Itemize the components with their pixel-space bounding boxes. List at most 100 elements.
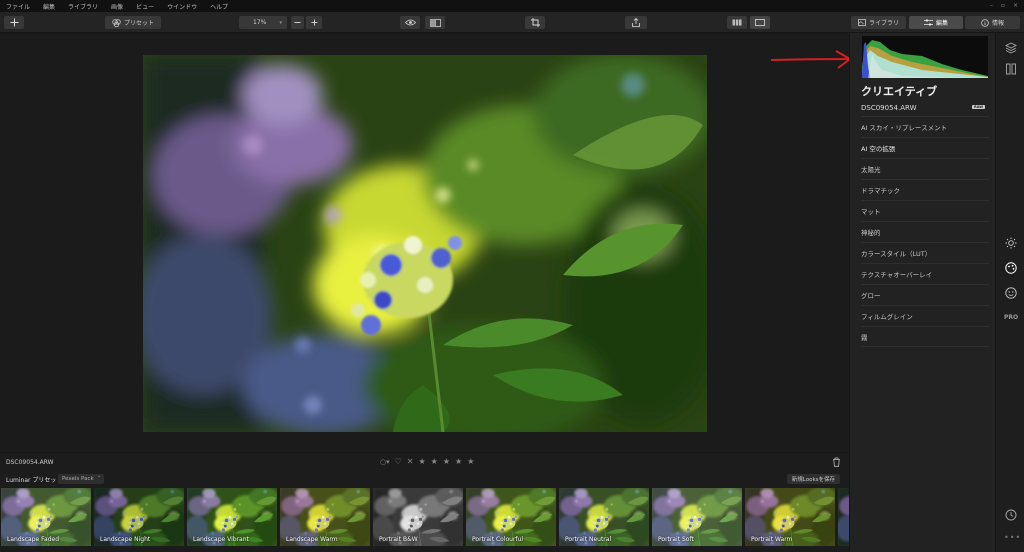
history-icon[interactable] <box>1005 509 1017 521</box>
current-filename: DSC09054.ARW <box>6 459 54 466</box>
panel-title: クリエイティブ <box>861 86 938 98</box>
layers-icon[interactable] <box>1005 42 1017 54</box>
tool-item-label: グロー <box>861 292 881 300</box>
tool-item-matte[interactable]: マット <box>861 200 989 221</box>
tool-item-mystical[interactable]: 神秘的 <box>861 221 989 242</box>
more-icon[interactable]: ••• <box>1004 533 1021 542</box>
heart-icon[interactable]: ♡ <box>395 457 402 466</box>
tool-item-label: AI 空の拡張 <box>861 145 896 153</box>
presets-header: Luminar プリセット Pexels Pack ˄ 新規Looksを保存 <box>0 472 849 486</box>
tool-item-film-grain[interactable]: フィルムグレイン <box>861 305 989 326</box>
tab-library[interactable]: ライブラリ <box>851 16 906 29</box>
face-icon[interactable] <box>1005 287 1017 299</box>
sun-icon[interactable] <box>1005 237 1017 249</box>
tab-edit[interactable]: 編集 <box>909 16 963 29</box>
single-image-icon <box>755 19 765 26</box>
share-button[interactable] <box>625 16 647 29</box>
presets-header-label: Luminar プリセット <box>6 477 63 484</box>
tool-item-texture-overlay[interactable]: テクスチャオーバーレイ <box>861 263 989 284</box>
tool-item-label: カラースタイル（LUT） <box>861 250 932 258</box>
maximize-icon[interactable]: ▫ <box>1001 2 1005 9</box>
share-icon <box>632 18 640 27</box>
tool-item-sunrays[interactable]: 太陽光 <box>861 158 989 179</box>
preset-thumb[interactable]: Portrait Colourful <box>466 488 556 546</box>
tool-item-color-style-lut[interactable]: カラースタイル（LUT） <box>861 242 989 263</box>
histogram-graph <box>862 40 988 78</box>
crop-button[interactable] <box>525 16 545 29</box>
tool-list: AI スカイ・リプレースメント AI 空の拡張 太陽光 ドラマチック マット 神… <box>861 116 989 347</box>
star-icon[interactable]: ★ <box>467 457 474 466</box>
tool-item-sky-replacement[interactable]: AI スカイ・リプレースメント <box>861 116 989 137</box>
color-label-icon[interactable]: ○▾ <box>380 458 390 466</box>
plus-icon <box>10 18 18 27</box>
tool-item-glow[interactable]: グロー <box>861 284 989 305</box>
preset-thumb-partial[interactable] <box>838 488 849 546</box>
main-photo[interactable] <box>143 55 707 432</box>
tool-item-label: マット <box>861 208 881 216</box>
menu-help[interactable]: ヘルプ <box>210 2 228 11</box>
add-photos-button[interactable] <box>4 16 24 29</box>
reject-icon[interactable]: ✕ <box>407 457 414 466</box>
menu-file[interactable]: ファイル <box>6 2 30 11</box>
preset-thumb[interactable]: Portrait Soft <box>652 488 742 546</box>
preset-thumb[interactable]: Landscape Vibrant <box>187 488 277 546</box>
tab-edit-label: 編集 <box>935 20 948 27</box>
presets-button[interactable]: プリセット <box>105 16 161 29</box>
minus-icon <box>294 22 301 23</box>
close-icon[interactable]: × <box>1013 2 1018 9</box>
preset-thumb[interactable]: Landscape Night <box>94 488 184 546</box>
tab-library-label: ライブラリ <box>868 20 899 27</box>
tool-item-sky-expansion[interactable]: AI 空の拡張 <box>861 137 989 158</box>
zoom-value: 17% <box>253 19 267 26</box>
preset-thumb-image <box>838 488 849 546</box>
zoom-out-button[interactable] <box>291 16 304 29</box>
preset-thumb[interactable]: Portrait Neutral <box>559 488 649 546</box>
zoom-select[interactable]: 17% ▾ <box>239 16 287 29</box>
star-icon[interactable]: ★ <box>431 457 438 466</box>
compare-button[interactable] <box>425 16 445 29</box>
menu-library[interactable]: ライブラリ <box>68 2 98 11</box>
preset-thumb[interactable]: Portrait B&W <box>373 488 463 546</box>
tool-item-label: 太陽光 <box>861 166 881 174</box>
palette-icon[interactable] <box>1005 262 1017 274</box>
sliders-icon <box>923 19 933 26</box>
star-icon[interactable]: ★ <box>455 457 462 466</box>
grid-icon <box>732 19 742 26</box>
menu-window[interactable]: ウインドウ <box>167 2 197 11</box>
menu-edit[interactable]: 編集 <box>43 2 55 11</box>
tool-item-dramatic[interactable]: ドラマチック <box>861 179 989 200</box>
menu-bar: ファイル 編集 ライブラリ 画像 ビュー ウインドウ ヘルプ – ▫ × <box>0 0 1024 12</box>
tool-item-label: ドラマチック <box>861 187 900 195</box>
preset-thumb-label: Landscape Vibrant <box>193 536 249 543</box>
menu-image[interactable]: 画像 <box>111 2 123 11</box>
preview-toggle-button[interactable] <box>400 16 420 29</box>
tool-category-rail: PRO ••• <box>995 33 1024 552</box>
preset-thumb[interactable]: Portrait Warm <box>745 488 835 546</box>
star-icon[interactable]: ★ <box>419 457 426 466</box>
preset-thumb[interactable]: Landscape Warm <box>280 488 370 546</box>
save-new-look-button[interactable]: 新規Looksを保存 <box>786 474 840 484</box>
canvas-tools-icon[interactable] <box>1005 63 1017 75</box>
image-info-bar: DSC09054.ARW ○▾ ♡ ✕ ★ ★ ★ ★ ★ <box>0 452 849 472</box>
preset-pack-select[interactable]: Pexels Pack ˄ <box>58 474 105 484</box>
compare-icon <box>429 18 441 27</box>
minimize-icon[interactable]: – <box>990 2 993 9</box>
tool-item-label: AI スカイ・リプレースメント <box>861 124 948 132</box>
trash-icon[interactable] <box>832 457 841 467</box>
tool-item-fog[interactable]: 霧 <box>861 326 989 347</box>
single-view-button[interactable] <box>750 16 770 29</box>
photo-image <box>143 55 707 432</box>
presets-filmstrip: Landscape Faded Landscape Night Landscap… <box>0 486 849 548</box>
preset-thumb-label: Portrait Colourful <box>472 536 524 543</box>
chevron-down-icon: ▾ <box>279 19 282 26</box>
gallery-view-button[interactable] <box>727 16 747 29</box>
star-icon[interactable]: ★ <box>443 457 450 466</box>
tab-info[interactable]: 情報 <box>965 16 1020 29</box>
pro-tools-badge[interactable]: PRO <box>1004 314 1018 321</box>
preset-thumb-label: Landscape Faded <box>7 536 60 543</box>
preset-thumb[interactable]: Landscape Faded <box>1 488 91 546</box>
tool-item-label: フィルムグレイン <box>861 313 913 321</box>
menu-view[interactable]: ビュー <box>136 2 154 11</box>
zoom-in-button[interactable] <box>306 16 322 29</box>
image-canvas[interactable] <box>0 33 849 452</box>
